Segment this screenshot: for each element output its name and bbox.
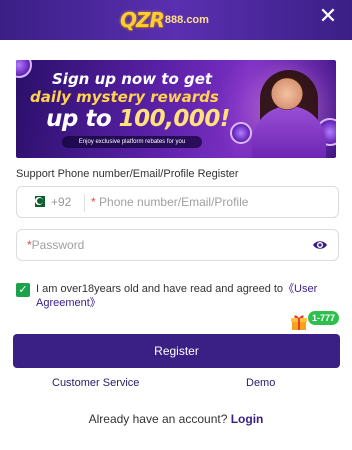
promo-badge[interactable]: 1-777 [308, 311, 340, 325]
login-link[interactable]: Login [231, 412, 264, 426]
phone-placeholder-text: Phone number/Email/Profile [99, 195, 249, 209]
phone-placeholder: * Phone number/Email/Profile [91, 195, 248, 209]
casino-chip-icon [230, 122, 252, 144]
close-icon[interactable]: ✕ [318, 5, 338, 27]
phone-field[interactable]: +92 * Phone number/Email/Profile [16, 186, 339, 218]
demo-link[interactable]: Demo [246, 377, 275, 389]
required-mark: * [91, 195, 96, 209]
agreement-statement: I am over18years old and have read and a… [36, 283, 284, 295]
agree-checkbox[interactable]: ✓ [16, 283, 30, 297]
agreement-text: I am over18years old and have read and a… [36, 282, 336, 310]
modal-header: QZR 888.com ✕ [0, 0, 352, 40]
customer-service-link[interactable]: Customer Service [52, 377, 139, 389]
password-placeholder: *Password [27, 238, 84, 252]
logo-domain-text: 888.com [164, 14, 209, 26]
password-field[interactable]: *Password [16, 229, 339, 261]
password-placeholder-text: Password [31, 238, 85, 252]
banner-amount: 100,000! [118, 106, 231, 132]
login-prompt: Already have an account? [88, 412, 228, 426]
brand-logo: QZR 888.com [120, 8, 209, 32]
promo-banner: Sign up now to get daily mystery rewards… [16, 60, 336, 158]
banner-headline-1: Sign up now to get [52, 70, 213, 88]
banner-headline-3: up to 100,000! [46, 106, 230, 132]
banner-prefix: up to [46, 106, 119, 132]
login-row: Already have an account? Login [0, 412, 352, 426]
banner-subtext: Enjoy exclusive platform rebates for you [62, 136, 202, 148]
logo-main-text: QZR [120, 8, 165, 32]
register-modal: QZR 888.com ✕ Sign up now to get daily m… [0, 0, 352, 450]
eye-icon[interactable] [312, 239, 328, 251]
register-button[interactable]: Register [13, 334, 340, 368]
casino-chip-icon [16, 60, 32, 78]
support-label: Support Phone number/Email/Profile Regis… [16, 168, 239, 180]
country-code[interactable]: +92 [51, 195, 71, 209]
banner-headline-2: daily mystery rewards [30, 88, 219, 106]
gift-icon[interactable] [290, 313, 308, 331]
pakistan-flag-icon [31, 196, 45, 207]
banner-model-face [271, 74, 303, 110]
field-divider [84, 194, 85, 212]
